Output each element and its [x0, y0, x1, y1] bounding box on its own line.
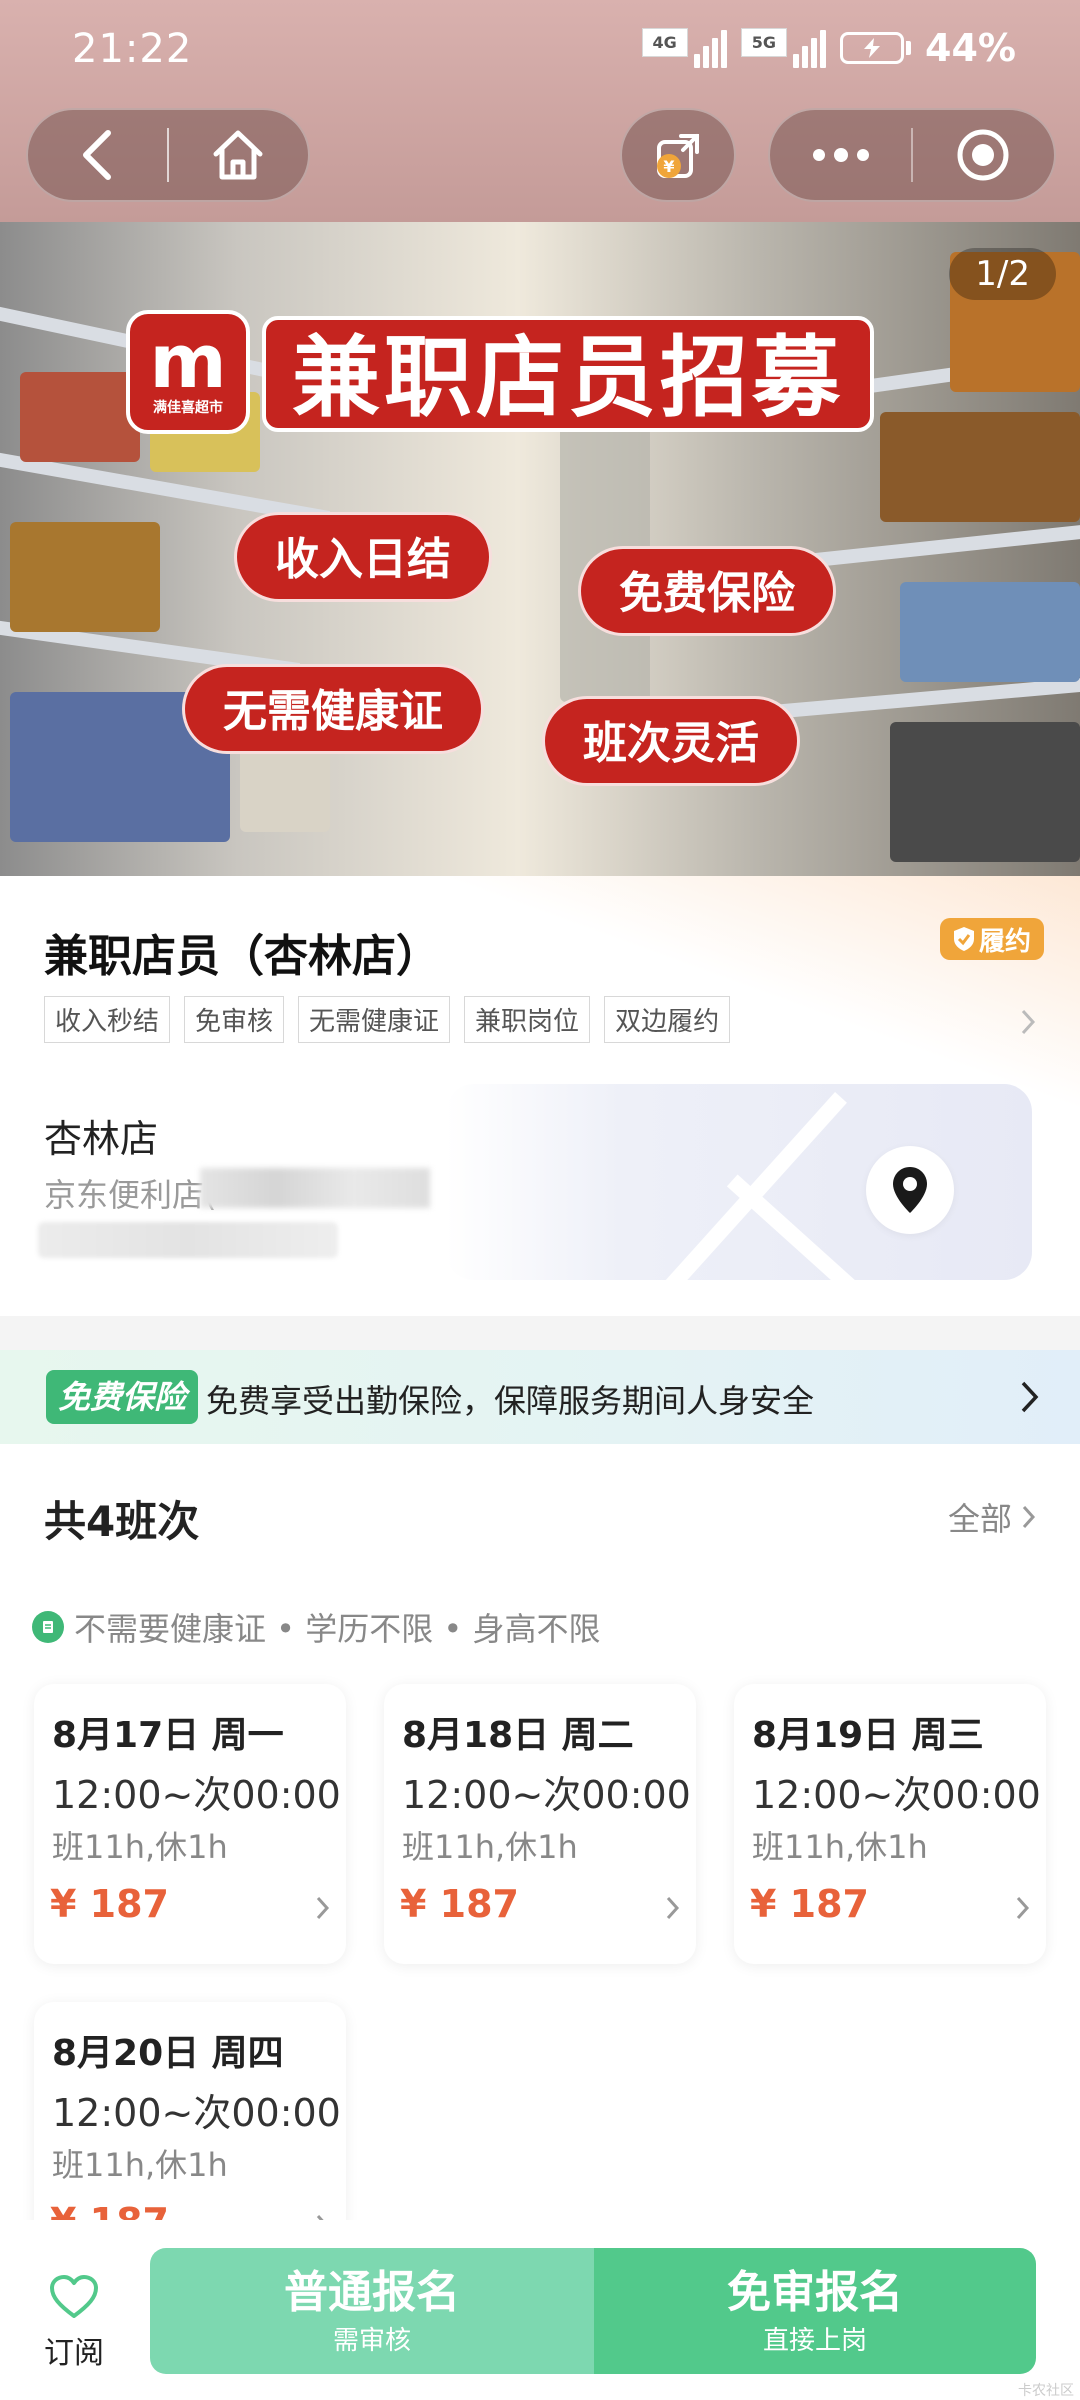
store-logo: m 满佳喜超市 [126, 310, 250, 434]
normal-signup-button[interactable]: 普通报名 需审核 [150, 2248, 594, 2374]
status-time: 21:22 [72, 26, 193, 72]
more-dots-icon [812, 148, 869, 162]
job-title: 兼职店员（杏林店） [44, 931, 440, 982]
banner-chip-insurance: 免费保险 [578, 546, 836, 636]
battery-icon [840, 32, 912, 64]
banner-chip-income: 收入日结 [234, 512, 492, 602]
store-address: 京东便利店( [44, 1176, 217, 1214]
insurance-arrow [1020, 1380, 1040, 1418]
fulfillment-badge: 履约 [940, 918, 1044, 960]
location-pin-icon [893, 1167, 927, 1213]
chevron-right-icon [316, 1896, 330, 1924]
shift-time: 12:00~次00:00 [402, 1773, 691, 1817]
free-signup-title: 免审报名 [727, 2266, 903, 2318]
document-icon [32, 1611, 64, 1643]
share-money-icon: ¥ [657, 134, 699, 178]
shift-card[interactable]: 8月19日 周三 12:00~次00:00 班11h,休1h ¥ 187 [734, 1684, 1046, 1964]
insurance-banner[interactable]: 免费保险 免费享受出勤保险，保障服务期间人身安全 [0, 1350, 1080, 1444]
shift-price: ¥ 187 [400, 1882, 519, 1926]
chevron-right-icon [1021, 1381, 1039, 1413]
header: 21:22 4G 5G 44% ¥ [0, 0, 1080, 222]
battery-percent: 44% [925, 26, 1016, 70]
address-redaction [38, 1222, 338, 1258]
watermark: 卡农社区 [1018, 2383, 1074, 2399]
shield-check-icon [953, 927, 974, 951]
banner-page-indicator: 1/2 [949, 248, 1056, 300]
signal-5g-icon: 5G [740, 28, 827, 68]
back-button[interactable] [28, 110, 167, 200]
free-signup-button[interactable]: 免审报名 直接上岗 [594, 2248, 1036, 2374]
banner-headline: 兼职店员招募 [262, 316, 875, 432]
nav-capsule-left [26, 108, 310, 202]
nav-capsule-right [768, 108, 1056, 202]
shift-price: ¥ 187 [750, 1882, 869, 1926]
shift-price: ¥ 187 [50, 1882, 169, 1926]
chevron-right-icon [1021, 1009, 1036, 1035]
shift-time: 12:00~次00:00 [52, 2091, 341, 2135]
shift-date: 8月20日 周四 [52, 2033, 284, 2074]
shift-break: 班11h,休1h [52, 1828, 228, 1866]
job-tag: 无需健康证 [298, 996, 451, 1043]
shifts-all-label: 全部 [947, 1500, 1012, 1538]
logo-mark-icon: m [149, 319, 227, 405]
subscribe-label: 订阅 [44, 2336, 104, 2371]
job-tag: 收入秒结 [44, 996, 171, 1043]
job-tags: 收入秒结 免审核 无需健康证 兼职岗位 双边履约 [44, 996, 731, 1043]
close-miniapp-button[interactable] [913, 110, 1054, 200]
home-icon [213, 130, 263, 180]
status-bar: 21:22 4G 5G 44% [0, 0, 1080, 100]
home-button[interactable] [169, 110, 308, 200]
signal-4g-icon: 4G [641, 28, 727, 68]
banner-chip-flexible-shift: 班次灵活 [542, 696, 800, 786]
tags-expand-button[interactable] [1020, 1008, 1036, 1040]
bottom-action-bar: 订阅 普通报名 需审核 免审报名 直接上岗 [0, 2220, 1080, 2400]
shift-time: 12:00~次00:00 [752, 1773, 1041, 1817]
job-info-section: 兼职店员（杏林店） 履约 收入秒结 免审核 无需健康证 兼职岗位 双边履约 杏林… [0, 876, 1080, 1316]
network-4g-label: 4G [641, 28, 688, 57]
normal-signup-title: 普通报名 [284, 2266, 460, 2318]
back-arrow-icon [82, 130, 111, 180]
normal-signup-subtitle: 需审核 [332, 2325, 411, 2356]
shift-card[interactable]: 8月18日 周二 12:00~次00:00 班11h,休1h ¥ 187 [384, 1684, 696, 1964]
more-button[interactable] [770, 110, 911, 200]
shift-break: 班11h,休1h [752, 1828, 928, 1866]
insurance-text: 免费享受出勤保险，保障服务期间人身安全 [206, 1382, 815, 1420]
job-tag: 免审核 [184, 996, 285, 1043]
requirements-text: 不需要健康证 • 学历不限 • 身高不限 [74, 1610, 601, 1648]
shift-requirements: 不需要健康证 • 学历不限 • 身高不限 [32, 1604, 600, 1650]
job-tag: 双边履约 [604, 996, 731, 1043]
chevron-right-icon [666, 1896, 680, 1924]
shift-date: 8月19日 周三 [752, 1715, 984, 1756]
shift-date: 8月17日 周一 [52, 1715, 284, 1756]
network-5g-label: 5G [740, 28, 788, 57]
shift-break: 班11h,休1h [402, 1828, 578, 1866]
shift-time: 12:00~次00:00 [52, 1773, 341, 1817]
shifts-title: 共4班次 [44, 1497, 200, 1546]
subscribe-button[interactable]: 订阅 [36, 2274, 112, 2372]
status-icons: 4G 5G 44% [641, 26, 1016, 70]
job-tag: 兼职岗位 [464, 996, 591, 1043]
shifts-all-button[interactable]: 全部 [948, 1494, 1036, 1540]
store-name: 杏林店 [44, 1117, 159, 1161]
fulfillment-badge-label: 履约 [978, 926, 1031, 957]
shift-card[interactable]: 8月17日 周一 12:00~次00:00 班11h,休1h ¥ 187 [34, 1684, 346, 1964]
chevron-right-icon [1022, 1505, 1036, 1529]
shifts-section: 共4班次 全部 不需要健康证 • 学历不限 • 身高不限 8月17日 周一 12… [0, 1444, 1080, 2282]
address-redaction [200, 1168, 430, 1208]
free-signup-subtitle: 直接上岗 [762, 2325, 867, 2356]
target-close-icon [957, 129, 1009, 181]
map-location-button[interactable] [866, 1146, 954, 1234]
chevron-right-icon [1016, 1896, 1030, 1924]
shift-break: 班11h,休1h [52, 2146, 228, 2184]
svg-text:¥: ¥ [663, 157, 674, 176]
share-earn-button[interactable]: ¥ [620, 108, 736, 202]
logo-text: 满佳喜超市 [153, 400, 223, 416]
banner-chip-no-health-cert: 无需健康证 [182, 664, 484, 754]
heart-icon [50, 2275, 98, 2318]
shift-date: 8月18日 周二 [402, 1715, 634, 1756]
insurance-badge: 免费保险 [46, 1370, 199, 1424]
